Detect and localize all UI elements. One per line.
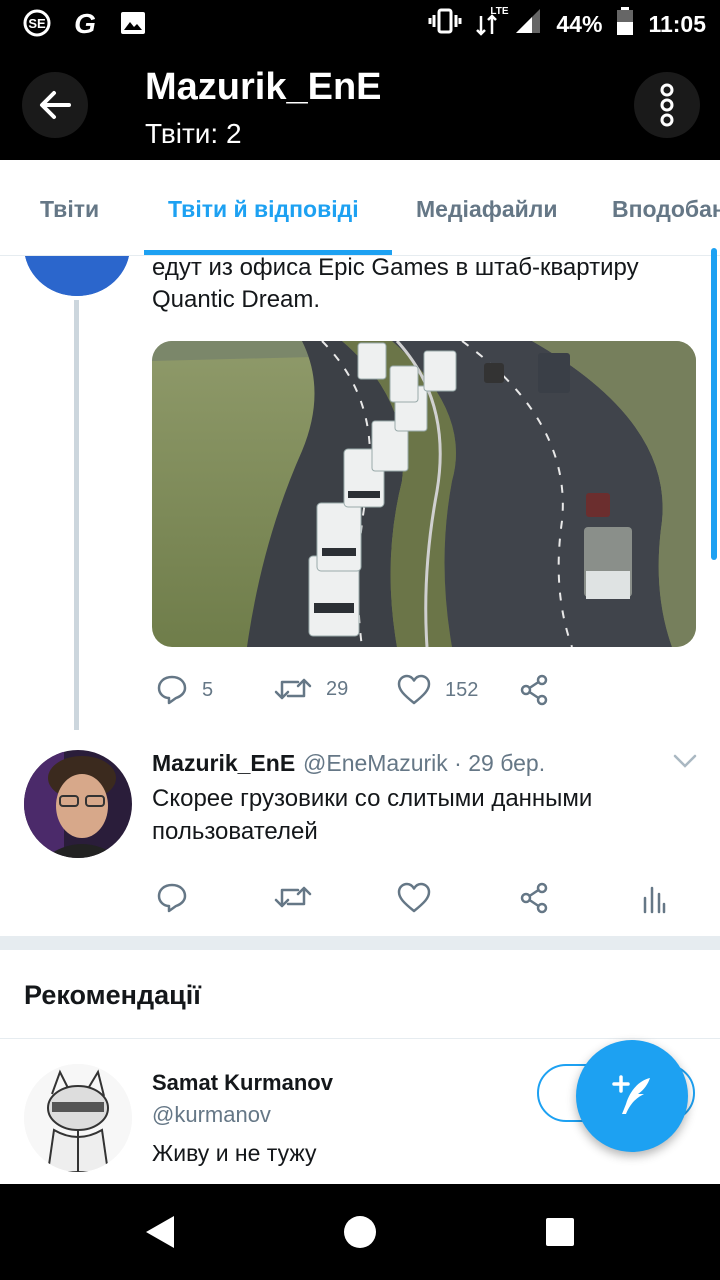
profile-tabs: Твіти Твіти й відповіді Медіафайли Вподо…: [0, 160, 720, 256]
like-button[interactable]: [397, 882, 431, 914]
profile-header: Mazurik_EnE Твіти: 2: [0, 48, 720, 160]
tweet-text: едут из офиса Epic Games в штаб-квартиру…: [152, 256, 639, 313]
tweet-image[interactable]: [152, 341, 696, 647]
vibrate-icon: [428, 7, 462, 41]
tweet-actions: 5 29 152: [152, 674, 692, 714]
thread-line: [74, 300, 79, 730]
scrollbar[interactable]: [711, 248, 717, 560]
recommended-user-bio: Живу и не тужу: [152, 1140, 317, 1166]
reply-icon: [157, 883, 187, 913]
status-bar: SE G LTE 44% 11:05: [0, 0, 720, 48]
avatar[interactable]: [24, 1064, 132, 1172]
nav-home-button[interactable]: [340, 1212, 380, 1252]
svg-text:G: G: [74, 8, 96, 38]
analytics-button[interactable]: [642, 882, 666, 914]
retweet-count: 29: [326, 677, 349, 700]
active-tab-indicator: [144, 250, 392, 255]
clock: 11:05: [648, 10, 706, 37]
tweet-text: Скорее грузовики со слитыми данными поль…: [152, 785, 593, 845]
reply-button[interactable]: 5: [156, 674, 213, 706]
divider: [0, 1038, 720, 1039]
tweet-menu-button[interactable]: [672, 752, 698, 775]
chevron-down-icon: [673, 754, 697, 768]
tab-tweets[interactable]: Твіти: [40, 196, 99, 223]
retweet-icon: [274, 886, 312, 908]
tab-tweets-replies[interactable]: Твіти й відповіді: [168, 196, 359, 223]
navigation-bar: [0, 1184, 720, 1280]
retweet-button[interactable]: 29: [274, 674, 348, 704]
like-button[interactable]: 152: [397, 674, 478, 706]
section-divider: [0, 936, 720, 950]
se-icon: SE: [22, 8, 52, 38]
g-icon: G: [70, 8, 100, 38]
arrow-left-icon: [40, 91, 71, 119]
recommendations-title: Рекомендації: [24, 980, 201, 1010]
back-button[interactable]: [22, 72, 88, 138]
reply-count: 5: [202, 678, 214, 701]
share-button[interactable]: [518, 882, 550, 914]
battery-percent: 44%: [556, 10, 603, 37]
tab-media[interactable]: Медіафайли: [416, 196, 558, 223]
battery-icon: [616, 6, 634, 42]
svg-text:SE: SE: [28, 16, 46, 31]
square-recents-icon: [546, 1218, 574, 1246]
recommended-user-name[interactable]: Samat Kurmanov: [152, 1070, 333, 1096]
like-count: 152: [445, 678, 479, 701]
share-icon: [520, 674, 548, 706]
signal-icon: [514, 7, 542, 41]
retweet-button[interactable]: [274, 882, 312, 912]
tweet-author-handle: @EneMazurik · 29 бер.: [303, 750, 546, 776]
avatar[interactable]: [24, 750, 132, 858]
avatar[interactable]: [24, 256, 130, 296]
heart-icon: [397, 674, 431, 705]
share-icon: [520, 882, 548, 914]
reply-button[interactable]: [156, 882, 188, 914]
tweet-author-name[interactable]: Mazurik_EnE: [152, 750, 295, 777]
analytics-icon: [643, 886, 666, 914]
network-icon: LTE: [476, 6, 509, 38]
recommended-user-handle: @kurmanov: [152, 1102, 271, 1127]
reply-icon: [157, 675, 187, 705]
page-title: Mazurik_EnE: [145, 66, 382, 108]
more-vertical-icon: [660, 83, 674, 127]
retweet-icon: [274, 678, 312, 700]
compose-feather-icon: [612, 1075, 650, 1114]
triangle-back-icon: [146, 1216, 174, 1248]
nav-back-button[interactable]: [140, 1212, 180, 1252]
share-button[interactable]: [518, 674, 550, 706]
tweet-count: Твіти: 2: [145, 118, 242, 149]
heart-icon: [397, 882, 431, 913]
tab-likes[interactable]: Вподобан: [612, 196, 720, 223]
image-icon: [118, 8, 148, 38]
compose-tweet-button[interactable]: [576, 1040, 688, 1152]
tweet-actions: [152, 882, 692, 922]
nav-recents-button[interactable]: [540, 1212, 580, 1252]
more-options-button[interactable]: [634, 72, 700, 138]
circle-home-icon: [344, 1216, 376, 1248]
